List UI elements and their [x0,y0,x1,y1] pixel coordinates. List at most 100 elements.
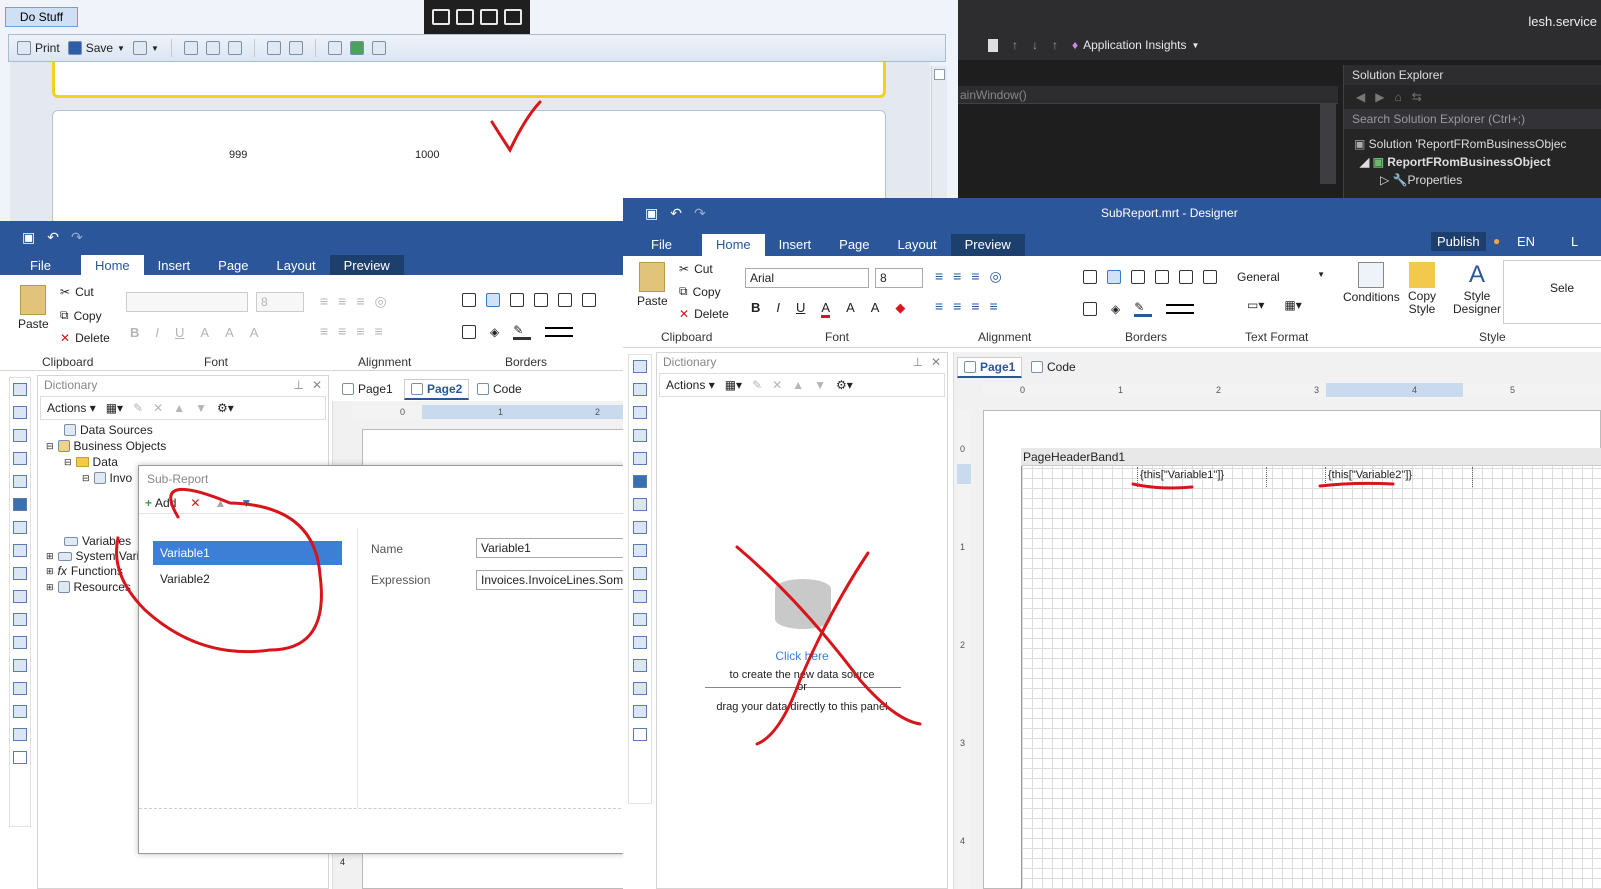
border-top-icon[interactable] [510,293,524,307]
font-size-select[interactable]: 8 [875,268,923,288]
cross-band-icon[interactable] [13,452,27,465]
tab-file[interactable]: File [637,234,686,256]
underline-icon[interactable]: U [175,325,184,340]
move-down-icon[interactable]: ▼ [240,496,252,510]
nav-arrow-icon[interactable]: ↓ [1032,38,1038,52]
parameters-icon[interactable] [205,41,220,55]
tree-data-sources[interactable]: Data Sources [64,423,153,437]
puzzle-icon[interactable] [13,498,27,511]
undo-icon[interactable]: ↶ [47,229,59,246]
band-icon[interactable] [633,360,647,373]
application-insights-button[interactable]: ♦ Application Insights ▼ [1072,38,1199,52]
name-input[interactable]: Variable1 [476,538,626,558]
thumbnails-icon[interactable] [227,41,242,55]
pointer-icon[interactable] [456,9,474,25]
delete-icon[interactable]: ✕ [772,378,782,392]
tab-preview[interactable]: Preview [950,234,1025,256]
settings-icon[interactable]: ⚙▾ [217,401,234,415]
solution-node[interactable]: ▣ Solution 'ReportFRomBusinessObjec [1354,135,1601,153]
forward-icon[interactable]: ▶ [1375,90,1384,104]
border-color-icon[interactable]: ✎ [1134,300,1153,317]
container-icon[interactable] [633,636,647,649]
vs-member-dropdown[interactable]: ainWindow() [958,86,1338,104]
panel-icon[interactable] [633,590,647,603]
text-icon[interactable] [633,498,647,511]
panel-icon[interactable] [13,613,27,626]
label-icon[interactable] [633,544,647,557]
sync-icon[interactable]: ⇆ [1412,90,1422,104]
properties-node[interactable]: ▷ 🔧Properties [1354,171,1601,189]
border-outside-icon[interactable] [1107,270,1121,284]
tree-business-objects[interactable]: ⊟ Business Objects [46,439,166,453]
text-icon[interactable] [13,521,27,534]
redo-icon[interactable]: ↷ [71,229,83,246]
editor-icon[interactable] [288,41,303,55]
puzzle-icon[interactable] [633,475,647,488]
page-header-band[interactable]: PageHeaderBand1 [1021,448,1601,466]
doc-tab-code[interactable]: Code [1031,360,1076,374]
vs-scrollbar[interactable] [1320,104,1336,184]
tree-resources[interactable]: ⊞ Resources [46,580,131,594]
move-up-icon[interactable]: ▲ [792,378,804,392]
find-icon[interactable] [266,41,281,55]
tab-file[interactable]: File [16,255,65,277]
italic-icon[interactable]: I [776,300,780,318]
fill-color-icon[interactable]: ◈ [490,325,499,339]
delete-icon[interactable]: ✕ [153,401,163,415]
tab-page[interactable]: Page [204,255,262,277]
text-format-select[interactable]: General ▼ [1237,270,1325,284]
tree-invoices[interactable]: ⊟ Invo [82,471,132,485]
band-icon[interactable] [13,429,27,442]
tools-icon[interactable] [633,728,647,741]
shrink-font-icon[interactable]: A [250,325,259,340]
edit-icon[interactable]: ✎ [752,378,762,392]
border-outside-icon[interactable] [486,293,500,307]
move-up-icon[interactable]: ▲ [173,401,185,415]
tree-variables[interactable]: Variables [64,534,131,548]
panel-icon[interactable] [13,636,27,649]
subreport-icon[interactable] [13,682,27,695]
save-icon[interactable]: ▣ [645,205,658,222]
border-right-icon[interactable] [582,293,596,307]
label-icon[interactable] [13,567,27,580]
shape-icon[interactable] [13,475,27,488]
font-name-select[interactable] [126,292,248,312]
redo-icon[interactable]: ↷ [694,205,706,222]
band-icon[interactable] [13,406,27,419]
no-border-icon[interactable] [1083,301,1097,316]
font-color-icon[interactable]: A [200,325,209,340]
image-icon[interactable] [13,705,27,718]
language-select[interactable]: EN [1517,234,1535,249]
border-bottom-icon[interactable] [558,293,572,307]
new-item-icon[interactable]: ▦▾ [106,401,123,415]
print-button[interactable]: Print [17,41,60,55]
border-left-icon[interactable] [1155,270,1169,284]
no-border-icon[interactable] [462,324,476,339]
image-text-icon[interactable] [633,567,647,580]
copy-button[interactable]: ⧉ Copy [60,308,102,323]
delete-button[interactable]: ✕ Delete [679,307,729,321]
extra-tab[interactable]: L [1571,234,1578,249]
border-left-icon[interactable] [534,293,548,307]
bookmarks-icon[interactable] [183,41,198,55]
paste-button[interactable]: Paste [637,262,668,308]
copy-style-button[interactable]: Copy Style [1407,262,1437,316]
bookmark-icon[interactable] [988,38,998,52]
container-icon[interactable] [13,659,27,672]
subreport-icon[interactable] [633,659,647,672]
tools-icon[interactable] [13,751,27,764]
multi-page-icon[interactable] [371,41,386,55]
variable1-textbox[interactable]: {this["Variable1"]} [1137,467,1267,487]
click-here-link[interactable]: Click here [657,649,947,663]
chart-icon[interactable] [633,705,647,718]
cut-button[interactable]: ✂ Cut [60,285,94,299]
border-top-icon[interactable] [1131,270,1145,284]
chart-icon[interactable] [13,728,27,741]
select-element-icon[interactable] [432,9,450,25]
actions-button[interactable]: Actions ▾ [666,378,715,392]
bold-icon[interactable]: B [751,300,760,318]
doc-tab-code[interactable]: Code [477,382,522,396]
border-style-icon[interactable] [545,326,574,337]
font-name-select[interactable]: Arial [745,268,869,288]
layout-adorner-icon[interactable] [480,9,498,25]
